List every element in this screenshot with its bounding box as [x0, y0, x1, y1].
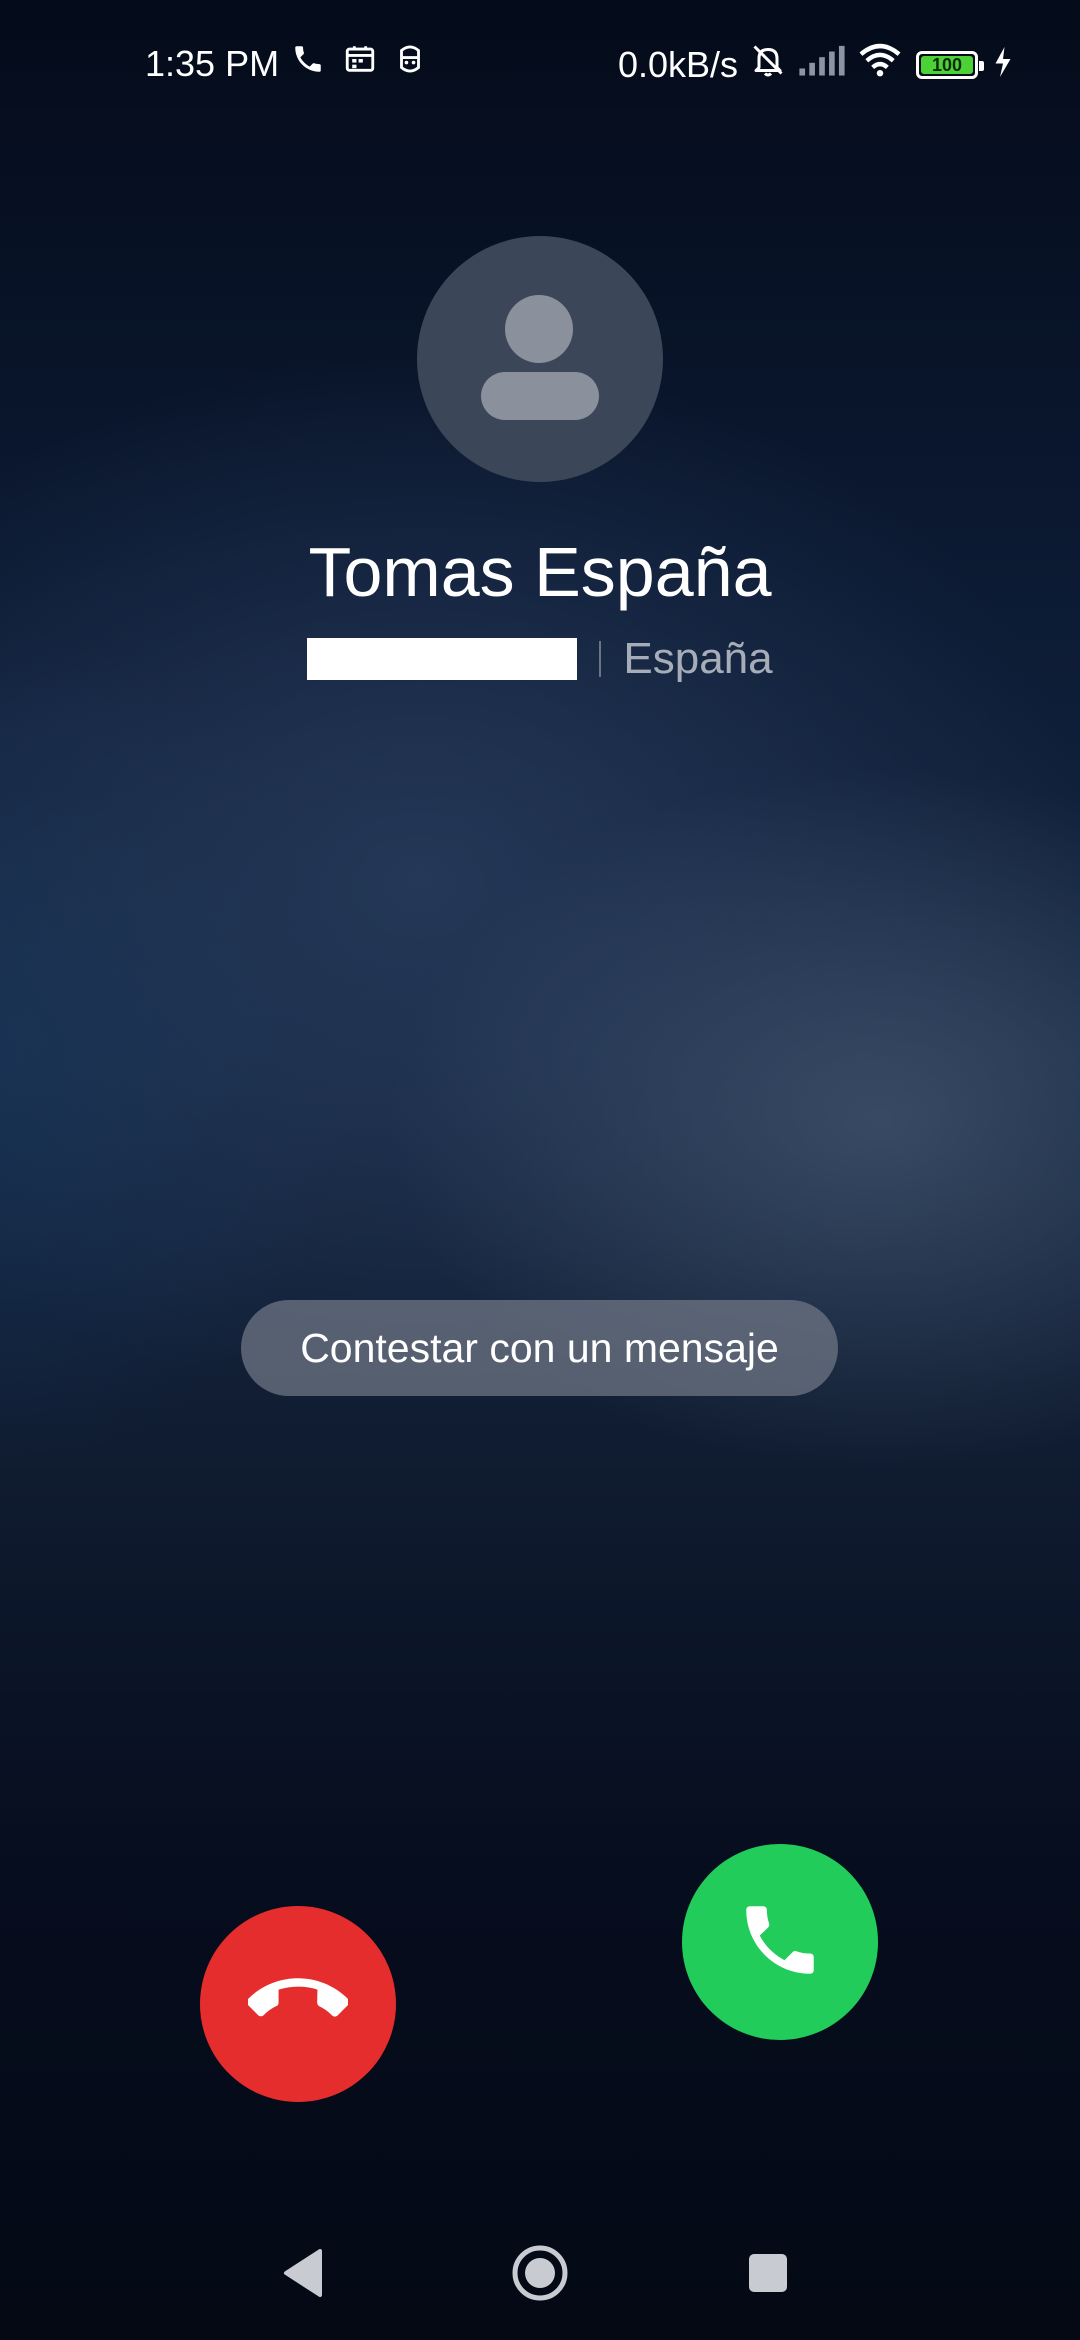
calendar-icon — [343, 42, 377, 85]
phone-icon — [291, 42, 325, 85]
wifi-icon — [858, 42, 902, 87]
accept-call-button[interactable] — [682, 1844, 878, 2040]
back-icon — [282, 2247, 326, 2304]
robot-icon — [395, 42, 425, 85]
caller-name: Tomas España — [308, 533, 772, 611]
decline-call-button[interactable] — [200, 1906, 396, 2102]
reply-with-message-button[interactable]: Contestar con un mensaje — [241, 1300, 838, 1396]
hang-up-icon — [246, 1952, 350, 2057]
status-right: 0.0kB/s 100 — [618, 42, 1012, 87]
nav-recents-button[interactable] — [748, 2244, 788, 2306]
network-speed: 0.0kB/s — [617, 43, 738, 85]
nav-back-button[interactable] — [272, 2240, 336, 2310]
charging-icon — [994, 44, 1012, 86]
status-time: 1:35 PM — [145, 42, 280, 84]
caller-details: España — [0, 634, 1080, 684]
home-icon — [511, 2244, 569, 2307]
caller-avatar — [417, 236, 663, 482]
reply-with-message-label: Contestar con un mensaje — [300, 1324, 779, 1371]
caller-location: España — [623, 634, 773, 683]
recents-icon — [748, 2253, 788, 2298]
redacted-phone-number — [307, 638, 578, 680]
status-left: 1:35 PM — [145, 42, 425, 85]
battery-icon: 100 — [916, 50, 984, 79]
nav-home-button[interactable] — [505, 2240, 575, 2310]
divider — [599, 641, 602, 677]
battery-level: 100 — [921, 55, 973, 74]
mute-bell-icon — [750, 42, 786, 87]
status-bar: 1:35 PM 0.0kB/s 100 — [0, 0, 1080, 130]
signal-icon — [798, 43, 846, 86]
phone-icon — [735, 1895, 825, 1990]
